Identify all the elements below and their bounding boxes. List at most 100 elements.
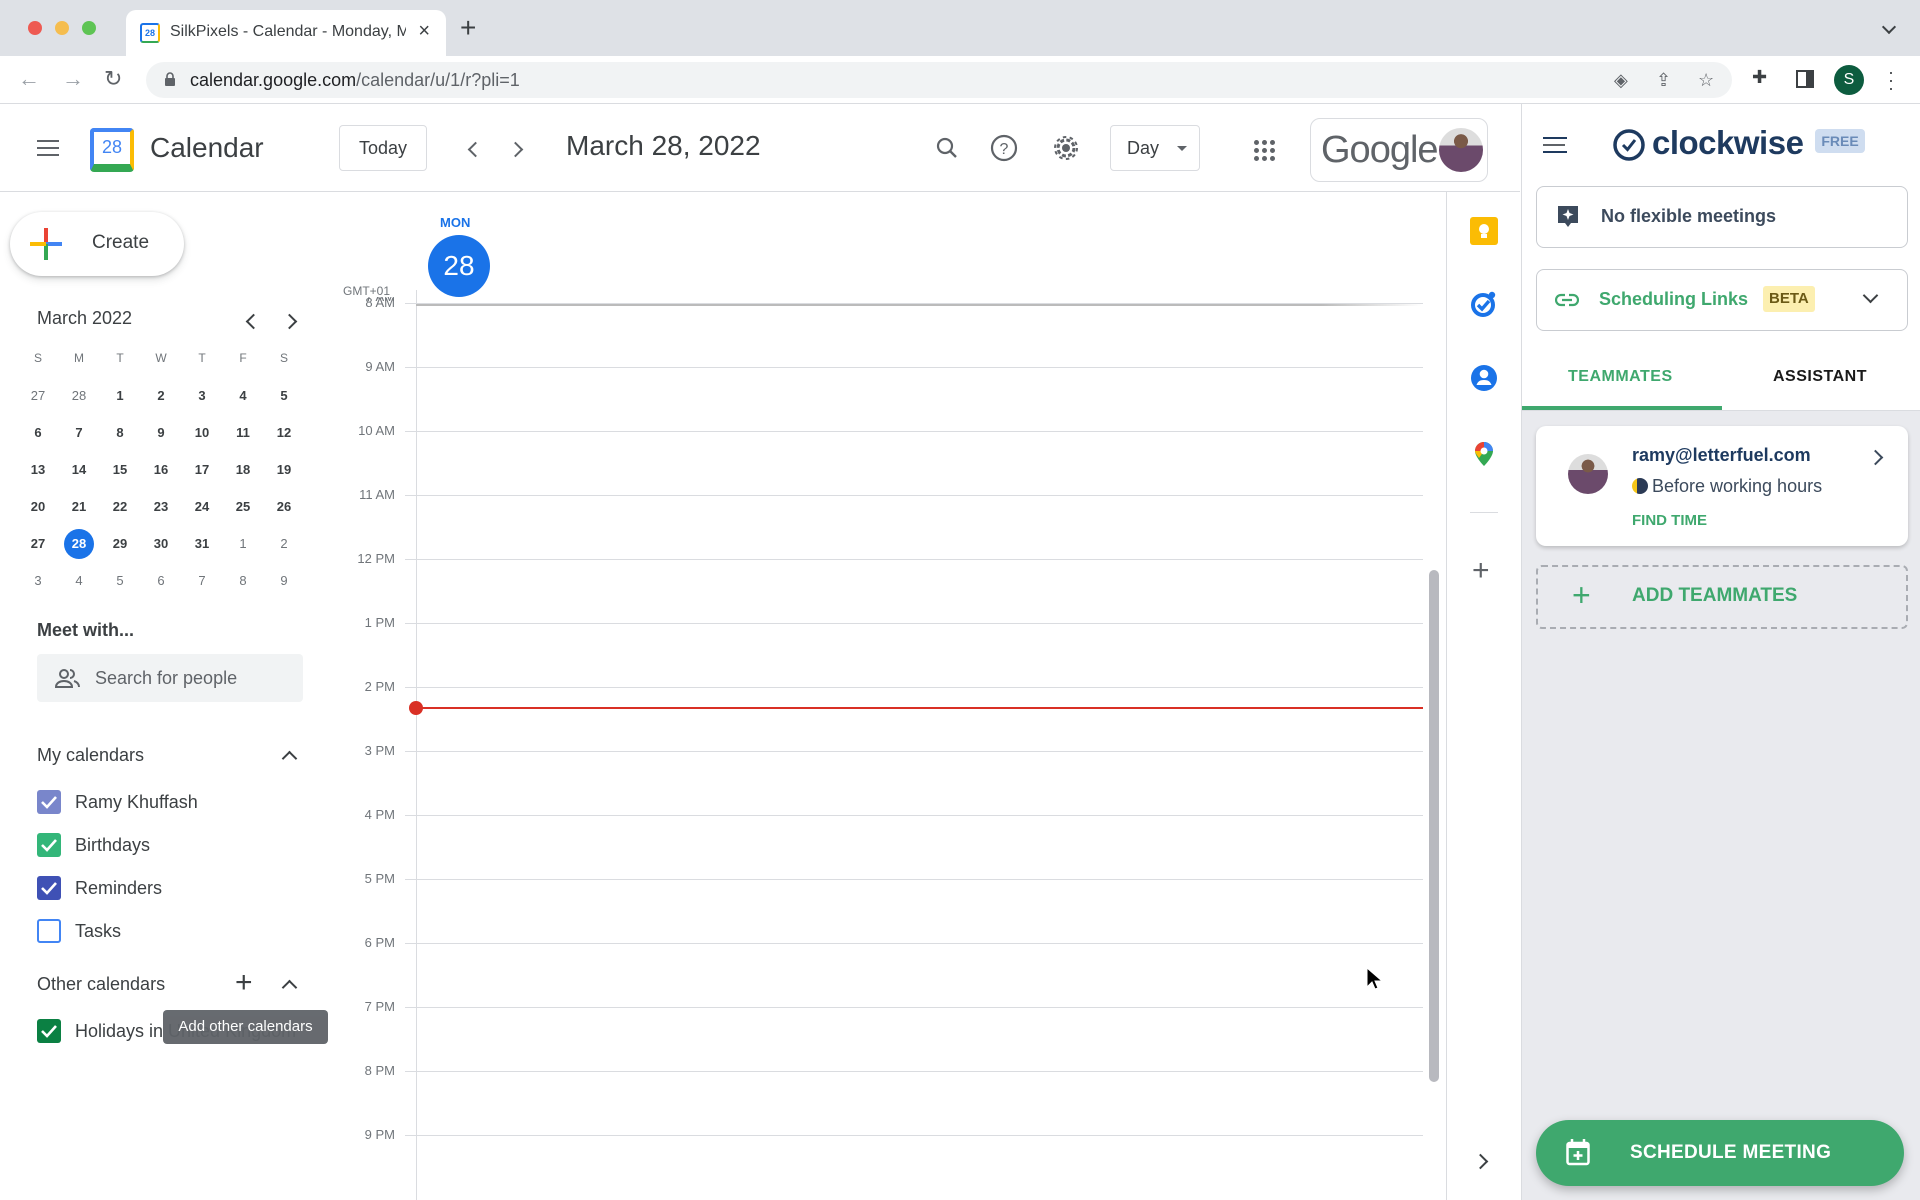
mini-calendar-day-selected[interactable]: 28 bbox=[64, 529, 94, 559]
back-arrow-icon[interactable]: ← bbox=[18, 66, 40, 92]
mini-calendar-day[interactable]: 27 bbox=[23, 381, 53, 411]
mini-calendar-day[interactable]: 28 bbox=[64, 381, 94, 411]
mini-calendar-day[interactable]: 2 bbox=[269, 529, 299, 559]
mini-calendar-day[interactable]: 3 bbox=[23, 566, 53, 596]
mini-calendar-day[interactable]: 19 bbox=[269, 455, 299, 485]
checkbox-checked[interactable] bbox=[37, 833, 61, 857]
mini-calendar-day[interactable]: 13 bbox=[23, 455, 53, 485]
teammate-open-chevron-icon[interactable] bbox=[1867, 449, 1884, 466]
mini-calendar-day[interactable]: 10 bbox=[187, 418, 217, 448]
mini-calendar-day[interactable]: 3 bbox=[187, 381, 217, 411]
day-view-scrollbar[interactable] bbox=[1429, 570, 1439, 1082]
checkbox-checked[interactable] bbox=[37, 790, 61, 814]
maps-icon[interactable] bbox=[1470, 440, 1498, 468]
day-number-badge[interactable]: 28 bbox=[428, 235, 490, 297]
extension-diamond-icon[interactable]: ◈ bbox=[1614, 70, 1628, 91]
mini-calendar-prev-icon[interactable] bbox=[245, 313, 262, 330]
mini-calendar-day[interactable]: 5 bbox=[105, 566, 135, 596]
url-input[interactable]: calendar.google.com/calendar/u/1/r?pli=1… bbox=[146, 62, 1732, 98]
keep-icon[interactable] bbox=[1470, 217, 1498, 245]
previous-day-chevron-icon[interactable] bbox=[467, 141, 484, 158]
find-time-link[interactable]: FIND TIME bbox=[1632, 512, 1707, 529]
checkbox-checked[interactable] bbox=[37, 876, 61, 900]
mini-calendar-day[interactable]: 2 bbox=[146, 381, 176, 411]
mini-calendar-day[interactable]: 7 bbox=[64, 418, 94, 448]
share-icon[interactable]: ⇪ bbox=[1656, 70, 1671, 91]
add-other-calendars-plus-icon[interactable]: + bbox=[235, 968, 253, 998]
mini-calendar-day[interactable]: 22 bbox=[105, 492, 135, 522]
extensions-puzzle-icon[interactable]: ✚ bbox=[1752, 67, 1767, 88]
mini-calendar-day[interactable]: 15 bbox=[105, 455, 135, 485]
collapse-other-calendars-icon[interactable] bbox=[281, 979, 298, 996]
window-close-button[interactable] bbox=[28, 21, 42, 35]
mini-calendar-day[interactable]: 16 bbox=[146, 455, 176, 485]
mini-calendar-day[interactable]: 8 bbox=[228, 566, 258, 596]
search-people-input[interactable]: Search for people bbox=[37, 654, 303, 702]
google-apps-grid-icon[interactable] bbox=[1254, 140, 1276, 162]
today-button[interactable]: Today bbox=[339, 125, 427, 171]
mini-calendar-day[interactable]: 6 bbox=[146, 566, 176, 596]
browser-tab[interactable]: 28 SilkPixels - Calendar - Monday, March… bbox=[126, 10, 446, 56]
help-icon[interactable]: ? bbox=[990, 134, 1018, 162]
mini-calendar-day[interactable]: 4 bbox=[228, 381, 258, 411]
close-tab-icon[interactable]: × bbox=[418, 20, 430, 43]
view-selector-dropdown[interactable]: Day bbox=[1110, 125, 1200, 171]
mini-calendar-day[interactable]: 25 bbox=[228, 492, 258, 522]
mini-calendar-day[interactable]: 12 bbox=[269, 418, 299, 448]
tasks-icon[interactable] bbox=[1470, 290, 1498, 318]
mini-calendar-day[interactable]: 9 bbox=[269, 566, 299, 596]
window-minimize-button[interactable] bbox=[55, 21, 69, 35]
checkbox-unchecked[interactable] bbox=[37, 919, 61, 943]
tab-teammates[interactable]: TEAMMATES bbox=[1568, 368, 1673, 386]
mini-calendar-day[interactable]: 17 bbox=[187, 455, 217, 485]
new-tab-button[interactable]: + bbox=[460, 14, 476, 42]
mini-calendar-day[interactable]: 6 bbox=[23, 418, 53, 448]
reload-icon[interactable]: ↻ bbox=[104, 66, 122, 92]
mini-calendar-day[interactable]: 4 bbox=[64, 566, 94, 596]
teammate-card[interactable]: ramy@letterfuel.com Before working hours… bbox=[1536, 426, 1908, 546]
mini-calendar-next-icon[interactable] bbox=[281, 313, 298, 330]
settings-gear-icon[interactable] bbox=[1052, 134, 1080, 162]
mini-calendar-day[interactable]: 24 bbox=[187, 492, 217, 522]
mini-calendar-day[interactable]: 8 bbox=[105, 418, 135, 448]
checkbox-checked[interactable] bbox=[37, 1019, 61, 1043]
create-button[interactable]: Create bbox=[10, 212, 184, 276]
mini-calendar-day[interactable]: 26 bbox=[269, 492, 299, 522]
mini-calendar-day[interactable]: 18 bbox=[228, 455, 258, 485]
mini-calendar-day[interactable]: 14 bbox=[64, 455, 94, 485]
contacts-icon[interactable] bbox=[1470, 364, 1498, 392]
mini-calendar-day[interactable]: 1 bbox=[105, 381, 135, 411]
my-calendars-heading[interactable]: My calendars bbox=[37, 745, 144, 766]
scheduling-links-expand-icon[interactable] bbox=[1862, 287, 1879, 304]
mini-calendar-day[interactable]: 11 bbox=[228, 418, 258, 448]
schedule-meeting-button[interactable]: SCHEDULE MEETING bbox=[1536, 1120, 1904, 1186]
next-day-chevron-icon[interactable] bbox=[507, 141, 524, 158]
forward-arrow-icon[interactable]: → bbox=[62, 66, 84, 92]
mini-calendar-day[interactable]: 20 bbox=[23, 492, 53, 522]
add-teammates-button[interactable]: + ADD TEAMMATES bbox=[1536, 565, 1908, 629]
expand-side-panel-chevron-icon[interactable] bbox=[1472, 1153, 1489, 1170]
flexible-meetings-card[interactable]: No flexible meetings bbox=[1536, 186, 1908, 248]
mini-calendar-day[interactable]: 7 bbox=[187, 566, 217, 596]
mini-calendar-day[interactable]: 23 bbox=[146, 492, 176, 522]
mini-calendar-day[interactable]: 29 bbox=[105, 529, 135, 559]
collapse-my-calendars-icon[interactable] bbox=[281, 750, 298, 767]
side-panel-icon[interactable] bbox=[1796, 70, 1814, 88]
mini-calendar-day[interactable]: 31 bbox=[187, 529, 217, 559]
window-maximize-button[interactable] bbox=[82, 21, 96, 35]
mini-calendar-day[interactable]: 21 bbox=[64, 492, 94, 522]
google-account-button[interactable]: Google bbox=[1310, 118, 1488, 182]
scheduling-links-card[interactable]: Scheduling Links BETA bbox=[1536, 269, 1908, 331]
search-icon[interactable] bbox=[935, 136, 959, 160]
tab-assistant[interactable]: ASSISTANT bbox=[1773, 368, 1867, 386]
mini-calendar-day[interactable]: 5 bbox=[269, 381, 299, 411]
mini-calendar-day[interactable]: 9 bbox=[146, 418, 176, 448]
mini-calendar-day[interactable]: 30 bbox=[146, 529, 176, 559]
tab-search-chevron-icon[interactable] bbox=[1881, 19, 1897, 35]
get-addons-plus-icon[interactable]: + bbox=[1472, 556, 1490, 586]
clockwise-menu-icon[interactable] bbox=[1543, 137, 1567, 153]
mini-calendar-day[interactable]: 1 bbox=[228, 529, 258, 559]
main-menu-icon[interactable] bbox=[37, 140, 59, 156]
mini-calendar-day[interactable]: 27 bbox=[23, 529, 53, 559]
bookmark-star-icon[interactable]: ☆ bbox=[1698, 70, 1714, 91]
